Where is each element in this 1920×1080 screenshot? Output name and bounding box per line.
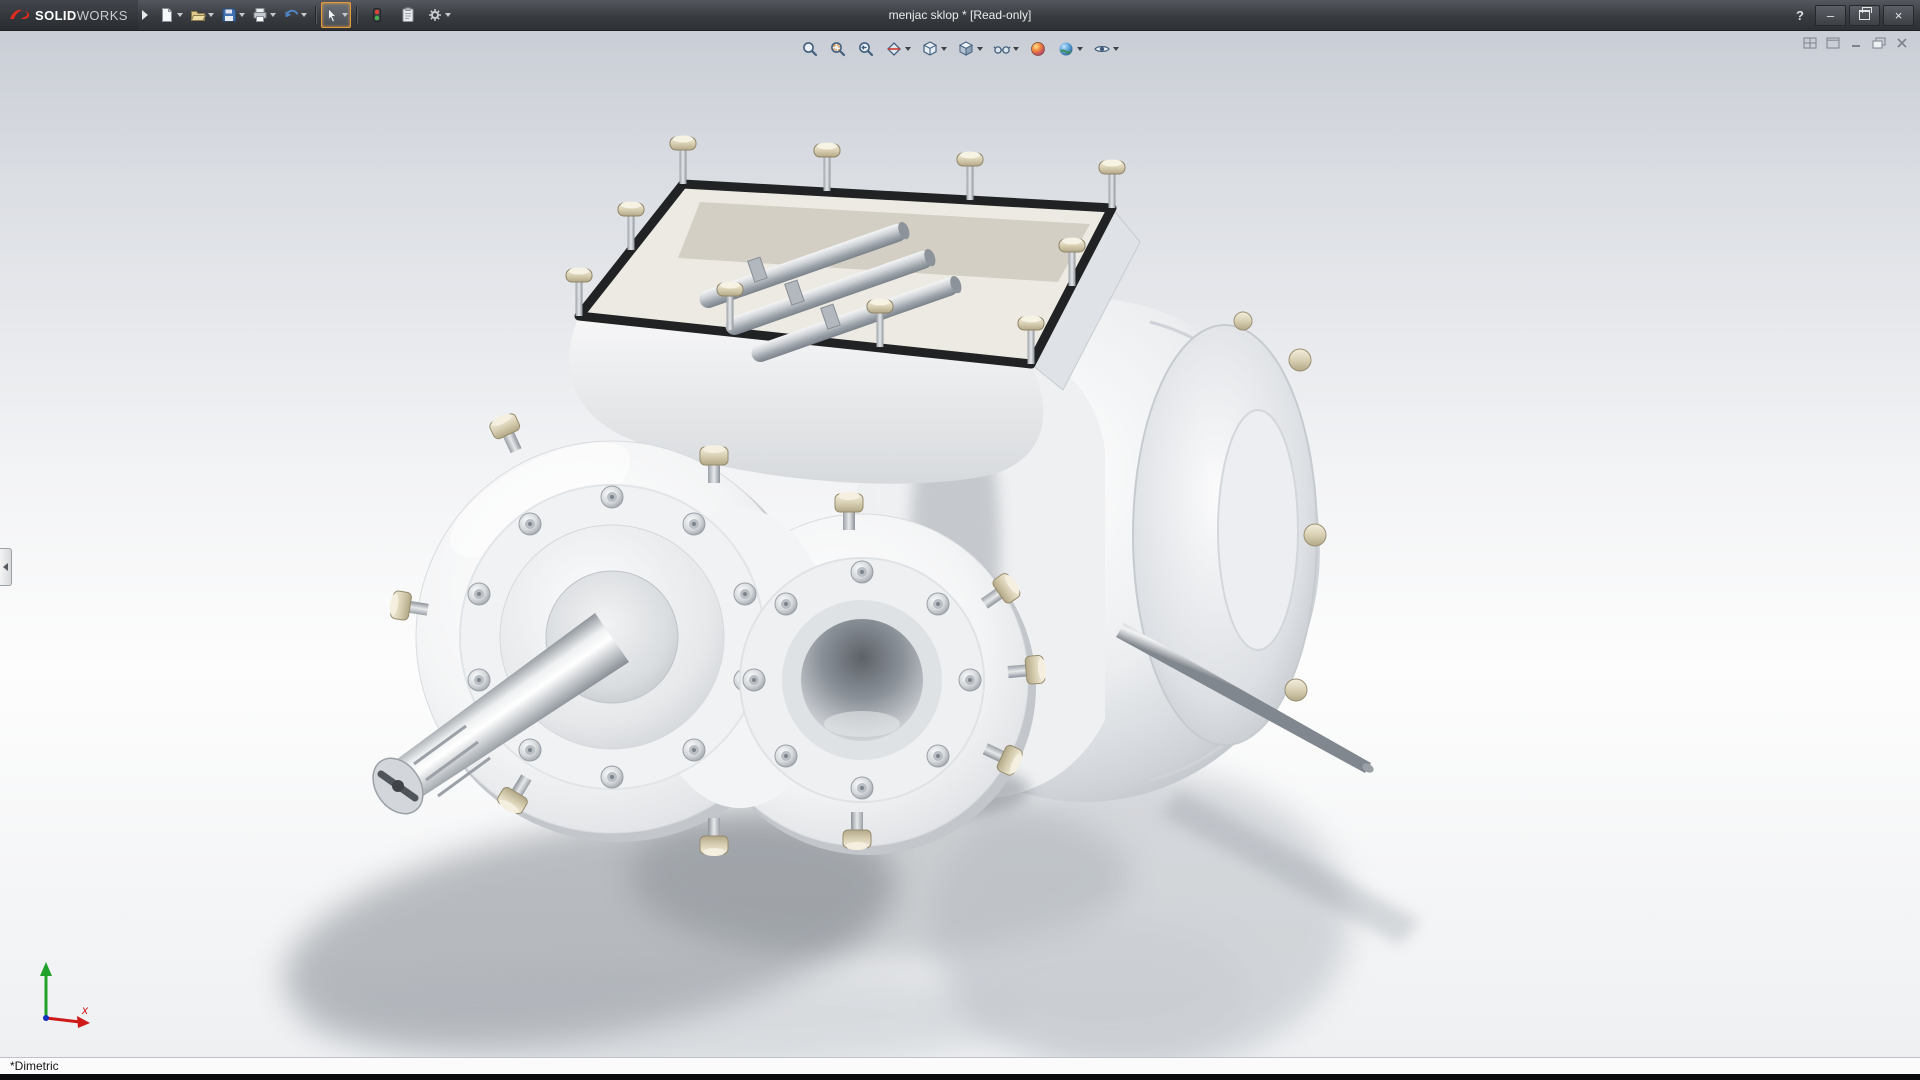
apply-scene-button[interactable] (1053, 35, 1087, 63)
featuremanager-collapsed-tab[interactable] (0, 548, 12, 586)
apply-scene-icon (1057, 40, 1075, 58)
view-settings-button[interactable] (1089, 35, 1123, 63)
undo-dropdown-arrow[interactable] (301, 13, 307, 17)
titlebar: SOLIDWORKS (0, 0, 1920, 31)
doc-restore-icon (1872, 37, 1886, 49)
file-properties-button[interactable] (393, 2, 423, 28)
hide-show-items-button[interactable] (989, 35, 1023, 63)
new-document-icon (159, 7, 175, 23)
orientation-triad: x (22, 952, 102, 1032)
hide-show-dropdown-arrow[interactable] (1013, 47, 1019, 51)
document-title: menjac sklop * [Read-only] (889, 8, 1032, 22)
previous-view-button[interactable] (853, 35, 879, 63)
previous-view-icon (857, 40, 875, 58)
split-view-button[interactable] (1801, 35, 1819, 50)
view-settings-icon (1093, 40, 1111, 58)
rebuild-traffic-icon (369, 7, 385, 23)
options-button[interactable] (424, 2, 454, 28)
open-dropdown-arrow[interactable] (208, 13, 214, 17)
display-style-button[interactable] (953, 35, 987, 63)
doc-close-button[interactable] (1893, 35, 1911, 50)
new-document-button[interactable] (156, 2, 186, 28)
window-controls: ? – × (1788, 5, 1920, 26)
file-properties-icon (400, 7, 416, 23)
statusbar: *Dimetric (0, 1057, 1920, 1074)
z-axis-dot (43, 1015, 49, 1021)
close-button[interactable]: × (1883, 5, 1914, 26)
restore-icon (1859, 10, 1870, 20)
save-button[interactable] (218, 2, 248, 28)
brand-works: WORKS (77, 8, 128, 23)
section-view-button[interactable] (881, 35, 915, 63)
doc-minimize-button[interactable] (1847, 35, 1865, 50)
display-style-dropdown-arrow[interactable] (977, 47, 983, 51)
print-dropdown-arrow[interactable] (270, 13, 276, 17)
left-lobe (460, 485, 764, 789)
x-axis-label: x (81, 1003, 89, 1017)
split-view-icon (1803, 37, 1817, 49)
doc-restore-button[interactable] (1870, 35, 1888, 50)
restore-button[interactable] (1849, 5, 1880, 26)
edit-appearance-icon (1029, 40, 1047, 58)
x-axis-arrow (77, 1016, 90, 1028)
undo-button[interactable] (280, 2, 310, 28)
select-dropdown-arrow[interactable] (342, 13, 348, 17)
options-dropdown-arrow[interactable] (445, 13, 451, 17)
bottom-edge-strip (0, 1074, 1920, 1080)
open-icon (190, 7, 206, 23)
options-icon (427, 7, 443, 23)
zoom-to-fit-button[interactable] (797, 35, 823, 63)
edit-appearance-button[interactable] (1025, 35, 1051, 63)
brand-solid: SOLID (35, 8, 77, 23)
brand-text: SOLIDWORKS (35, 8, 128, 23)
y-axis-arrow (40, 962, 52, 976)
menu-flyout-arrow[interactable] (142, 10, 148, 20)
print-icon (252, 7, 268, 23)
toolbar-separator (315, 6, 316, 24)
view-orientation-button[interactable] (917, 35, 951, 63)
headsup-view-toolbar (797, 35, 1123, 63)
open-button[interactable] (187, 2, 217, 28)
view-settings-dropdown-arrow[interactable] (1113, 47, 1119, 51)
section-view-icon (885, 40, 903, 58)
display-style-icon (957, 40, 975, 58)
maximize-pane-button[interactable] (1824, 35, 1842, 50)
document-window-controls (1801, 35, 1911, 50)
save-icon (221, 7, 237, 23)
rebuild-button[interactable] (362, 2, 392, 28)
view-orientation-dropdown-arrow[interactable] (941, 47, 947, 51)
right-lobe (740, 558, 984, 802)
main-toolbar (156, 2, 454, 28)
section-view-dropdown-arrow[interactable] (905, 47, 911, 51)
print-button[interactable] (249, 2, 279, 28)
zoom-to-area-button[interactable] (825, 35, 851, 63)
undo-icon (283, 7, 299, 23)
save-dropdown-arrow[interactable] (239, 13, 245, 17)
doc-minimize-icon (1849, 37, 1863, 49)
ds-logo-icon (8, 7, 30, 23)
toolbar-separator (356, 6, 357, 24)
graphics-viewport[interactable]: x (0, 30, 1920, 1058)
gearbox-assembly-model (0, 30, 1920, 1058)
minimize-button[interactable]: – (1815, 5, 1846, 26)
hide-show-items-icon (993, 40, 1011, 58)
zoom-to-fit-icon (801, 40, 819, 58)
view-orientation-label: *Dimetric (10, 1059, 59, 1073)
solidworks-logo: SOLIDWORKS (0, 0, 138, 30)
maximize-pane-icon (1826, 37, 1840, 49)
doc-close-icon (1895, 37, 1909, 49)
select-tool-button[interactable] (321, 2, 351, 28)
help-button[interactable]: ? (1788, 8, 1812, 23)
view-orientation-icon (921, 40, 939, 58)
chevron-left-icon (3, 563, 8, 571)
new-dropdown-arrow[interactable] (177, 13, 183, 17)
zoom-to-area-icon (829, 40, 847, 58)
select-cursor-icon (324, 7, 340, 23)
apply-scene-dropdown-arrow[interactable] (1077, 47, 1083, 51)
